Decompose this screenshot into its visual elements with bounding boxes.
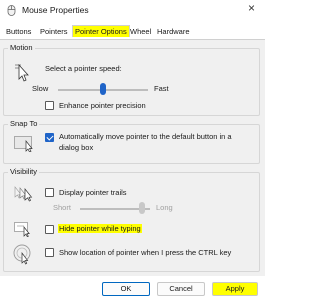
speed-slider-thumb[interactable] — [100, 83, 106, 95]
close-icon[interactable]: × — [248, 1, 255, 15]
enhance-precision-label: Enhance pointer precision — [59, 101, 146, 110]
pointer-trails-icon — [14, 185, 36, 205]
apply-button[interactable]: Apply — [212, 282, 258, 296]
show-location-label: Show location of pointer when I press th… — [59, 248, 232, 257]
short-label: Short — [53, 203, 71, 212]
trails-slider-thumb[interactable] — [138, 202, 145, 214]
snap-to-icon — [14, 134, 36, 154]
pointer-trails-checkbox[interactable] — [45, 188, 54, 197]
tab-hardware[interactable]: Hardware — [157, 27, 190, 36]
title-bar: Mouse Properties × — [0, 0, 265, 20]
visibility-group-label: Visibility — [8, 167, 39, 176]
speed-label: Select a pointer speed: — [45, 64, 122, 73]
hide-pointer-label: Hide pointer while typing — [58, 224, 142, 233]
pointer-options-panel: Motion Select a pointer speed: Slow Fast… — [0, 40, 265, 276]
snap-to-checkbox[interactable] — [45, 133, 54, 142]
slow-label: Slow — [32, 84, 49, 93]
motion-group: Motion Select a pointer speed: Slow Fast… — [3, 43, 260, 116]
motion-group-label: Motion — [8, 43, 35, 52]
pointer-trails-label: Display pointer trails — [59, 188, 127, 197]
hide-pointer-icon — [14, 221, 34, 239]
long-label: Long — [156, 203, 173, 212]
show-location-checkbox[interactable] — [45, 248, 54, 257]
tab-pointer-options[interactable]: Pointer Options — [72, 25, 130, 37]
ok-button[interactable]: OK — [102, 282, 150, 296]
hide-pointer-checkbox[interactable] — [45, 225, 54, 234]
fast-label: Fast — [154, 84, 169, 93]
snap-to-label-line1: Automatically move pointer to the defaul… — [59, 132, 232, 141]
enhance-precision-checkbox[interactable] — [45, 101, 54, 110]
tab-pointers[interactable]: Pointers — [40, 27, 68, 36]
dialog-buttons: OK Cancel Apply — [0, 276, 265, 300]
tab-buttons[interactable]: Buttons — [6, 27, 31, 36]
cancel-button[interactable]: Cancel — [157, 282, 205, 296]
mouse-icon — [6, 5, 17, 18]
visibility-group: Visibility Display pointer trails Short … — [3, 167, 260, 272]
tab-bar: Buttons Pointers Pointer Options Wheel H… — [0, 22, 265, 40]
snap-to-group-label: Snap To — [8, 119, 40, 128]
window-title: Mouse Properties — [22, 5, 89, 15]
show-location-icon — [12, 243, 34, 267]
pointer-speed-icon — [13, 62, 31, 84]
snap-to-label-line2: dialog box — [59, 143, 94, 152]
snap-to-group: Snap To Automatically move pointer to th… — [3, 119, 260, 164]
tab-wheel[interactable]: Wheel — [130, 27, 151, 36]
